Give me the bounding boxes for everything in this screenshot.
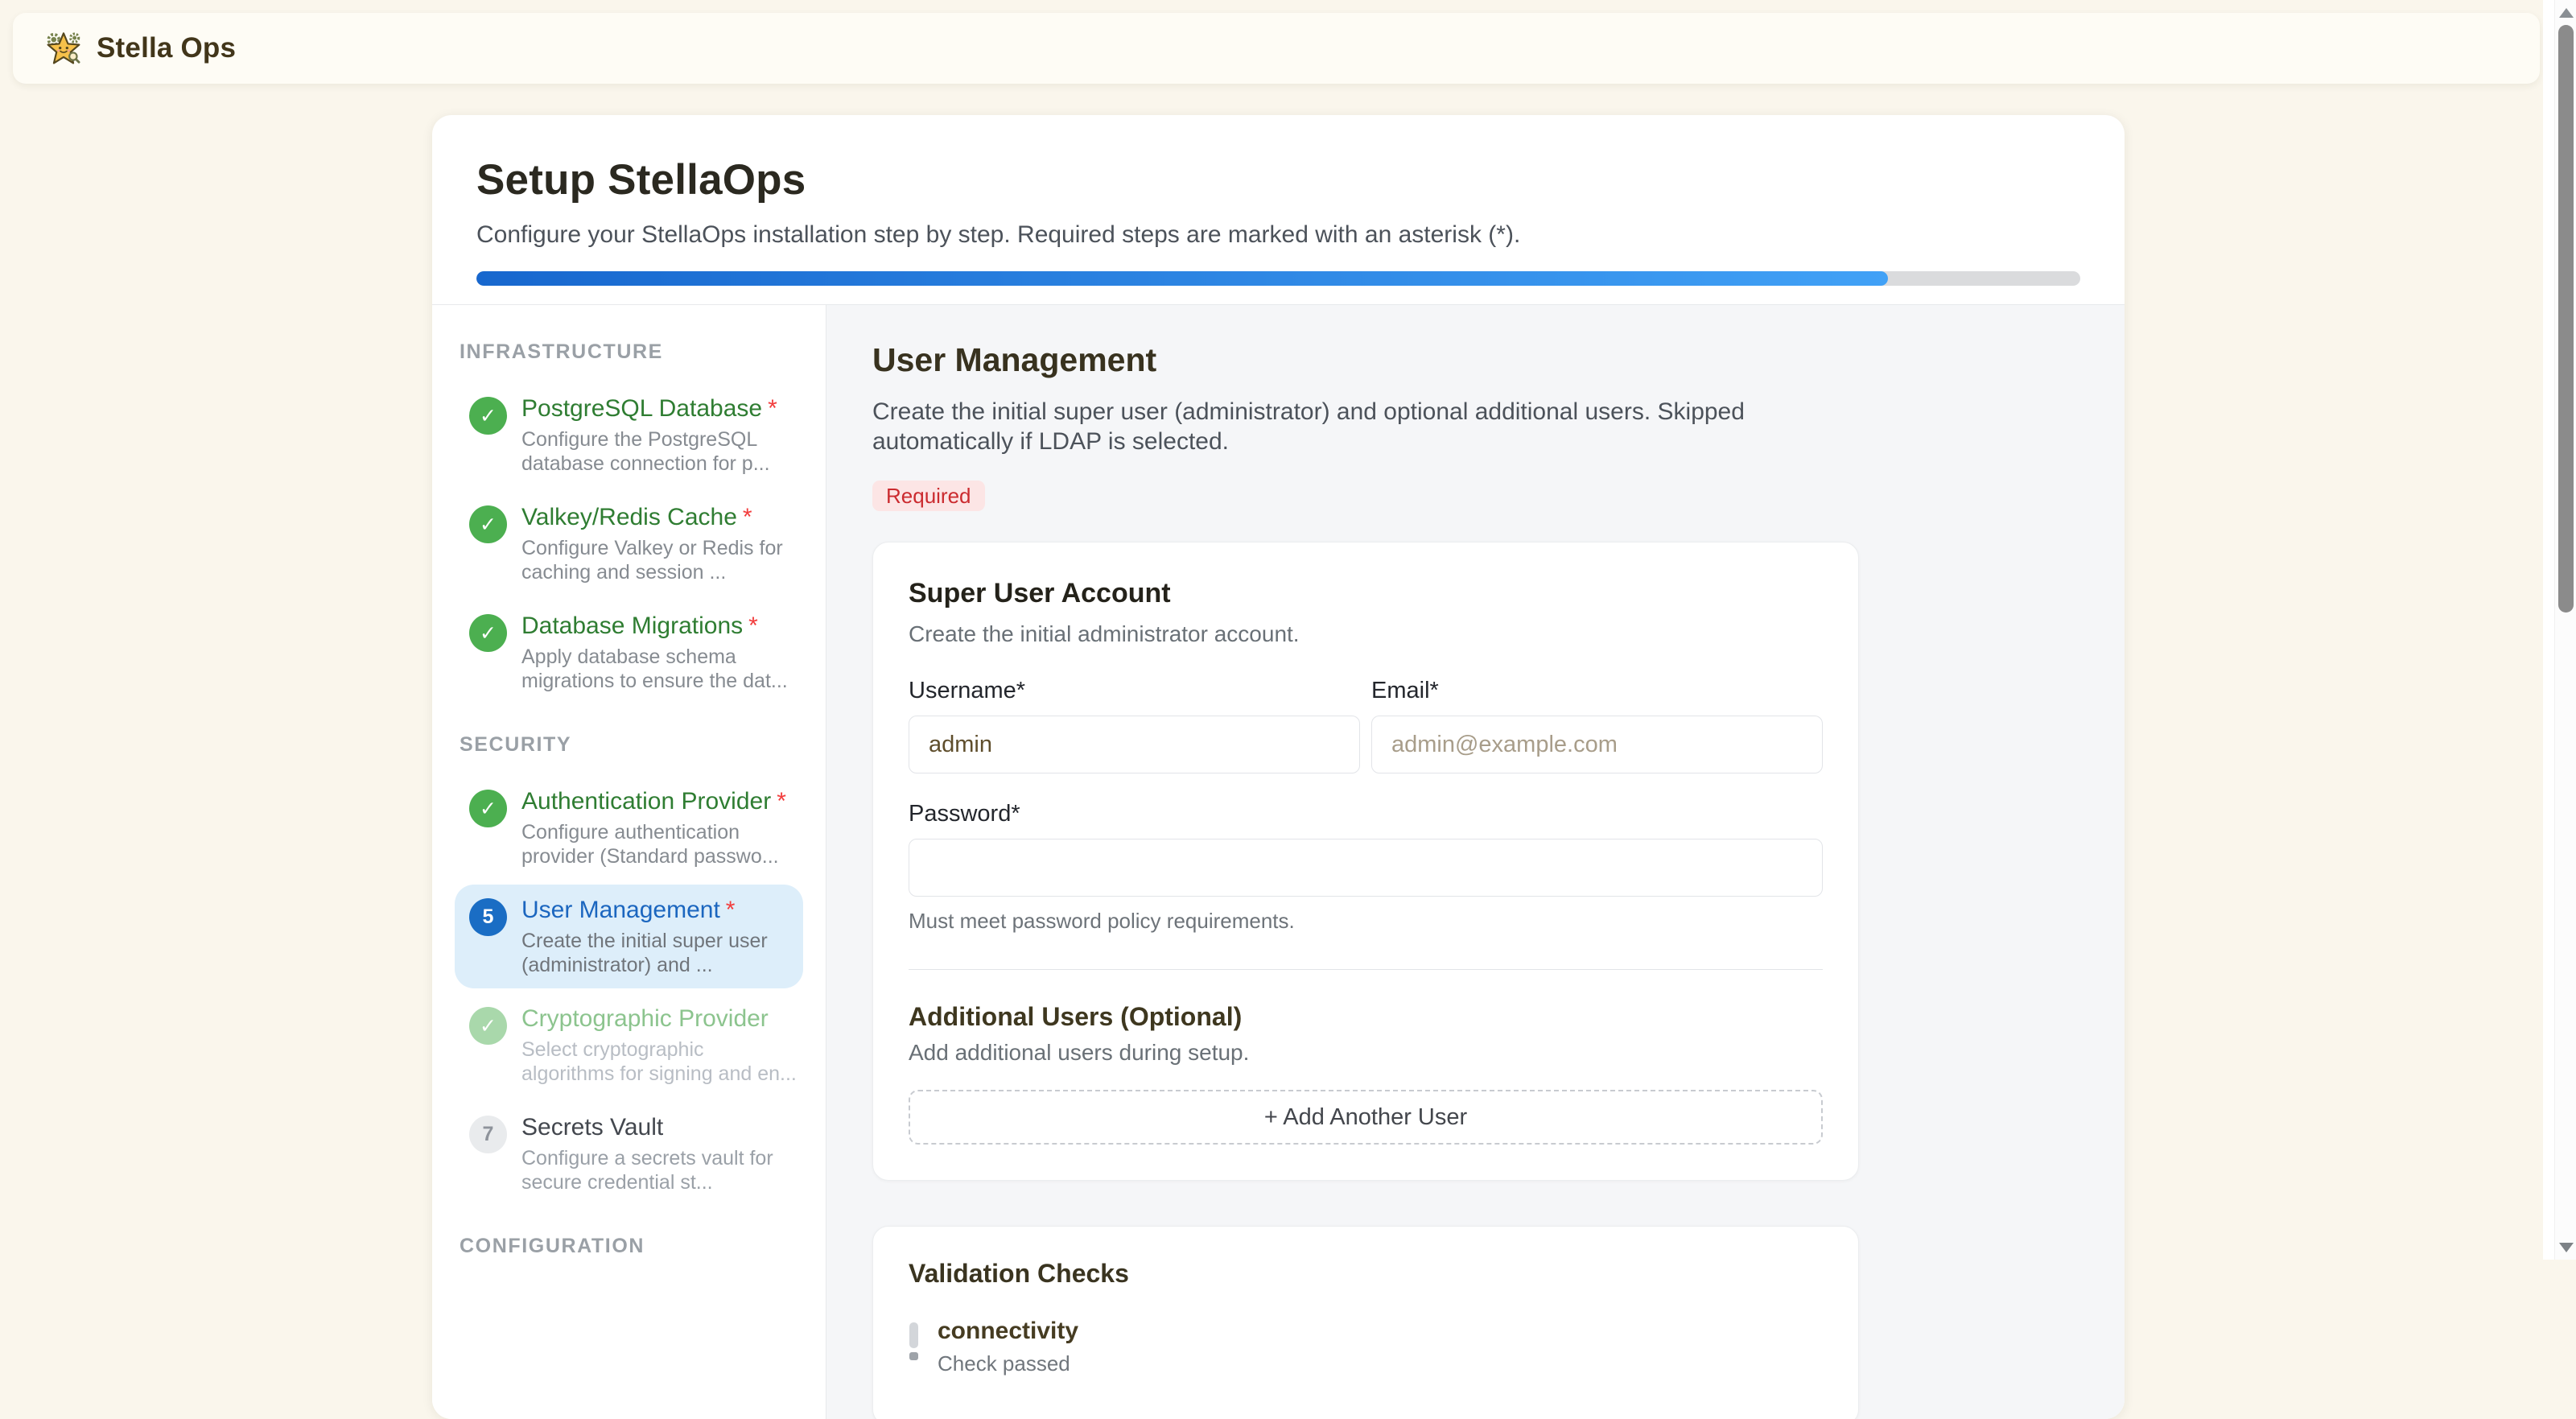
page-description: Create the initial super user (administr… <box>872 397 1830 456</box>
add-another-user-button[interactable]: + Add Another User <box>909 1090 1823 1145</box>
required-asterisk: * <box>768 395 777 422</box>
step-content: User Management Create the initial super… <box>826 305 2125 1419</box>
setup-progress-fill <box>476 271 1888 286</box>
sidebar-item-user-management[interactable]: 5 User Management* Create the initial su… <box>455 885 803 988</box>
step-done-check-icon: ✓ <box>469 505 507 543</box>
additional-users-subtitle: Add additional users during setup. <box>909 1040 1823 1066</box>
required-asterisk: * <box>726 897 736 923</box>
sidebar-item-valkey-redis-cache[interactable]: ✓ Valkey/Redis Cache* Configure Valkey o… <box>455 492 803 596</box>
sidebar-item-postgresql-database[interactable]: ✓ PostgreSQL Database* Configure the Pos… <box>455 383 803 487</box>
step-description: Configure a secrets vault for secure cre… <box>521 1146 797 1194</box>
step-title: Cryptographic Provider <box>521 1004 797 1033</box>
sidebar-item-secrets-vault[interactable]: 7 Secrets Vault Configure a secrets vaul… <box>455 1102 803 1206</box>
sidebar-item-database-migrations[interactable]: ✓ Database Migrations* Apply database sc… <box>455 600 803 704</box>
step-description: Configure Valkey or Redis for caching an… <box>521 536 797 584</box>
panel-divider <box>909 969 1823 970</box>
stella-ops-logo-icon <box>45 30 82 67</box>
section-infrastructure: INFRASTRUCTURE ✓ PostgreSQL Database* Co… <box>455 340 803 704</box>
right-scroll-rail <box>2543 0 2576 1260</box>
username-email-row: Username* Email* <box>909 678 1823 773</box>
step-description: Apply database schema migrations to ensu… <box>521 645 797 693</box>
setup-progress-track <box>476 271 2080 286</box>
required-asterisk: * <box>743 504 752 530</box>
step-description: Configure authentication provider (Stand… <box>521 820 797 868</box>
section-configuration: CONFIGURATION <box>455 1235 803 1258</box>
steps-sidebar: INFRASTRUCTURE ✓ PostgreSQL Database* Co… <box>432 305 826 1419</box>
setup-title: Setup StellaOps <box>476 155 2080 204</box>
step-title: Authentication Provider* <box>521 787 797 816</box>
validation-checks-panel: Validation Checks connectivity Check pas… <box>872 1226 1859 1419</box>
super-user-panel-subtitle: Create the initial administrator account… <box>909 621 1823 647</box>
step-number-badge: 5 <box>469 898 507 936</box>
email-label: Email* <box>1371 678 1823 704</box>
password-input[interactable] <box>909 839 1823 897</box>
check-name: connectivity <box>938 1318 1078 1345</box>
setup-card-body: INFRASTRUCTURE ✓ PostgreSQL Database* Co… <box>432 304 2125 1419</box>
step-description: Select cryptographic algorithms for sign… <box>521 1037 797 1086</box>
step-done-check-icon: ✓ <box>469 614 507 652</box>
scrollbar-down-arrow-icon[interactable] <box>2559 1243 2574 1252</box>
sidebar-item-authentication-provider[interactable]: ✓ Authentication Provider* Configure aut… <box>455 776 803 880</box>
required-badge: Required <box>872 481 985 511</box>
brand-name: Stella Ops <box>97 32 236 64</box>
setup-wizard-page: { "colors": { "accent_blue": "#1a6dc4", … <box>0 0 2576 1260</box>
step-number-badge: 7 <box>469 1116 507 1153</box>
check-status: Check passed <box>938 1351 1078 1376</box>
required-asterisk: * <box>748 613 758 639</box>
super-user-panel-title: Super User Account <box>909 578 1823 609</box>
password-label: Password* <box>909 801 1823 827</box>
step-description: Configure the PostgreSQL database connec… <box>521 427 797 476</box>
step-title: Secrets Vault <box>521 1113 797 1142</box>
step-title: User Management* <box>521 896 797 925</box>
email-input[interactable] <box>1371 716 1823 773</box>
top-navbar: Stella Ops <box>13 13 2540 84</box>
scrollbar-thumb[interactable] <box>2558 25 2574 613</box>
scrollbar-track[interactable] <box>2554 0 2576 1260</box>
setup-subtitle: Configure your StellaOps installation st… <box>476 221 2080 249</box>
section-label-security: SECURITY <box>455 733 803 757</box>
step-description: Create the initial super user (administr… <box>521 929 797 977</box>
validation-checks-title: Validation Checks <box>909 1259 1823 1289</box>
step-done-check-icon: ✓ <box>469 790 507 827</box>
username-label: Username* <box>909 678 1360 704</box>
username-input[interactable] <box>909 716 1360 773</box>
sidebar-item-cryptographic-provider[interactable]: ✓ Cryptographic Provider Select cryptogr… <box>455 993 803 1097</box>
step-title: PostgreSQL Database* <box>521 394 797 423</box>
setup-card: Setup StellaOps Configure your StellaOps… <box>432 115 2125 1419</box>
additional-users-section: Additional Users (Optional) Add addition… <box>909 1002 1823 1145</box>
step-title: Database Migrations* <box>521 612 797 641</box>
section-label-configuration: CONFIGURATION <box>455 1235 803 1258</box>
section-label-infrastructure: INFRASTRUCTURE <box>455 340 803 364</box>
scrollbar-up-arrow-icon[interactable] <box>2559 8 2574 18</box>
additional-users-title: Additional Users (Optional) <box>909 1002 1823 1032</box>
required-asterisk: * <box>777 788 786 815</box>
page-title: User Management <box>872 341 2079 379</box>
validation-check-connectivity: connectivity Check passed <box>909 1318 1823 1376</box>
section-security: SECURITY ✓ Authentication Provider* Conf… <box>455 733 803 1206</box>
password-row: Password* Must meet password policy requ… <box>909 801 1823 934</box>
password-helper-text: Must meet password policy requirements. <box>909 909 1823 934</box>
step-title: Valkey/Redis Cache* <box>521 503 797 532</box>
super-user-account-panel: Super User Account Create the initial ad… <box>872 542 1859 1181</box>
step-done-check-icon: ✓ <box>469 397 507 435</box>
check-pending-exclamation-icon <box>909 1322 918 1376</box>
step-done-check-icon: ✓ <box>469 1007 507 1045</box>
setup-card-header: Setup StellaOps Configure your StellaOps… <box>432 115 2125 304</box>
